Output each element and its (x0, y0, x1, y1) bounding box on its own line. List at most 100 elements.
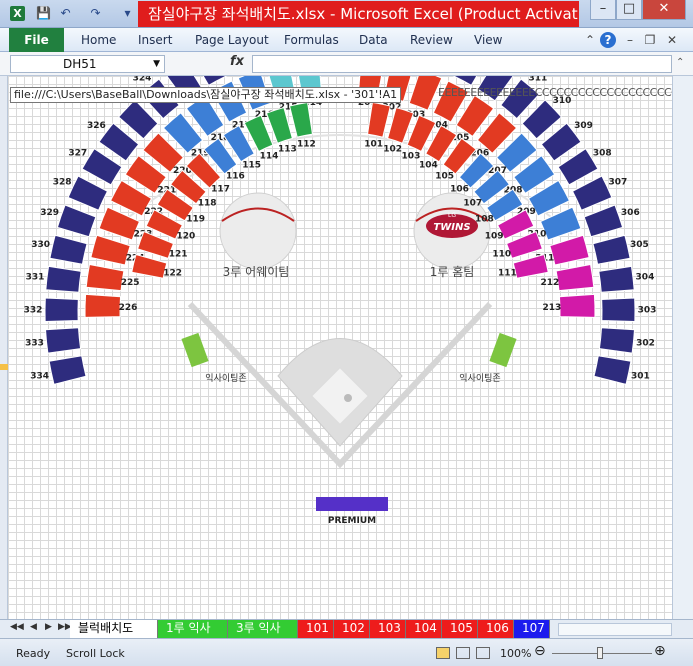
seat-label-307: 307 (609, 178, 628, 188)
excel-icon[interactable]: X (10, 6, 25, 21)
seat-section-331[interactable] (45, 265, 82, 293)
tab-page-layout[interactable]: Page Layout (195, 33, 269, 47)
sheet-tab-2[interactable]: 1루 익사 (158, 620, 228, 638)
seat-label-104: 104 (419, 160, 438, 170)
name-box[interactable]: DH51 ▼ (10, 55, 165, 73)
seat-section-225[interactable] (85, 263, 125, 292)
exciting-zone-left[interactable] (181, 332, 209, 368)
help-icon[interactable]: ? (600, 32, 616, 48)
exciting-zone-right-label: 익사이팅존 (459, 372, 500, 384)
tab-review[interactable]: Review (410, 33, 453, 47)
tab-formulas[interactable]: Formulas (284, 33, 339, 47)
sheet-tab-5[interactable]: 102 (334, 620, 370, 638)
zoom-slider-thumb[interactable] (597, 647, 603, 659)
undo-icon[interactable]: ↶ (58, 6, 73, 21)
window-title: 잠실야구장 좌석배치도.xlsx - Microsoft Excel (Prod… (138, 1, 579, 27)
stadium-seat-map: TWINS LG 3루 어웨이팀 1루 홈팀익사이팅존 익사이팅존 PREMIUM 334 3… (24, 76, 656, 526)
customize-qat-icon[interactable]: ▾ (120, 6, 135, 21)
seat-section-334[interactable] (48, 355, 87, 385)
status-scroll-lock: Scroll Lock (66, 647, 125, 660)
zoom-out-icon[interactable]: ⊖ (534, 643, 546, 659)
seat-section-122[interactable] (131, 253, 168, 279)
sheet-tab-10[interactable]: 107 (514, 620, 550, 638)
tab-data[interactable]: Data (359, 33, 388, 47)
tab-insert[interactable]: Insert (138, 33, 172, 47)
sheet-tab-8[interactable]: 105 (442, 620, 478, 638)
seat-label-112: 112 (297, 139, 316, 149)
seat-section-306[interactable] (583, 204, 624, 238)
worksheet-grid[interactable]: TWINS LG 3루 어웨이팀 1루 홈팀 익사이팅존 익사이팅존 PREMIUM 334 3… (8, 76, 672, 619)
save-icon[interactable]: 💾 (36, 6, 51, 21)
seat-section-213[interactable] (558, 293, 596, 318)
seat-label-106: 106 (450, 184, 469, 194)
formula-input[interactable] (252, 55, 672, 73)
seat-label-329: 329 (40, 208, 59, 218)
seat-section-212[interactable] (555, 263, 595, 292)
minimize-button[interactable]: – (590, 0, 616, 20)
seat-section-224[interactable] (90, 234, 131, 266)
horizontal-scrollbar[interactable] (558, 623, 672, 636)
pitcher-mound[interactable] (344, 394, 352, 402)
seat-section-332[interactable] (44, 297, 79, 323)
maximize-button[interactable]: □ (616, 0, 642, 20)
workbook-restore-icon[interactable]: ❐ (642, 32, 658, 48)
prev-sheet-icon[interactable]: ◀ (30, 622, 37, 632)
seat-section-305[interactable] (592, 234, 631, 265)
seat-label-302: 302 (636, 339, 655, 349)
tab-home[interactable]: Home (81, 33, 116, 47)
sheet-tab-6[interactable]: 103 (370, 620, 406, 638)
sheet-tab-7[interactable]: 104 (406, 620, 442, 638)
seat-section-211[interactable] (549, 234, 590, 266)
seat-section-330[interactable] (49, 234, 88, 265)
seat-section-303[interactable] (601, 297, 636, 323)
away-ball-icon[interactable] (219, 192, 297, 270)
away-team-label: 3루 어웨이팀 (223, 265, 290, 279)
seat-section-329[interactable] (56, 204, 97, 238)
seat-section-111[interactable] (512, 253, 549, 279)
seat-section-333[interactable] (45, 327, 82, 354)
sheet-tab-4[interactable]: 101 (298, 620, 334, 638)
row-headers[interactable] (0, 76, 8, 619)
expand-formula-icon[interactable]: ⌃ (676, 57, 684, 68)
first-sheet-icon[interactable]: ◀◀ (10, 622, 24, 632)
redo-icon[interactable]: ↷ (88, 6, 103, 21)
next-sheet-icon[interactable]: ▶ (45, 622, 52, 632)
sheet-tab-1[interactable]: 블럭배치도 (70, 620, 158, 638)
seat-label-332: 332 (24, 306, 43, 316)
status-ready: Ready (16, 647, 51, 660)
seat-label-109: 109 (485, 232, 504, 242)
insert-function-icon[interactable]: fx (230, 54, 244, 69)
seat-section-302[interactable] (598, 327, 635, 354)
vertical-scrollbar[interactable] (672, 76, 693, 619)
seat-label-305: 305 (630, 240, 649, 250)
workbook-close-icon[interactable]: ✕ (664, 32, 680, 48)
minimize-ribbon-icon[interactable]: ⌃ (582, 32, 598, 48)
seat-label-213: 213 (543, 303, 562, 313)
sheet-tab-3[interactable]: 3루 익사 (228, 620, 298, 638)
zoom-in-icon[interactable]: ⊕ (654, 643, 666, 659)
hyperlink-tooltip: file:///C:\Users\BaseBall\Downloads\잠실야구… (10, 87, 402, 103)
workbook-minimize-icon[interactable]: – (622, 32, 638, 48)
chevron-down-icon[interactable]: ▼ (153, 56, 160, 72)
close-button[interactable]: ✕ (642, 0, 686, 20)
premium-section[interactable] (316, 497, 388, 511)
sheet-tab-9[interactable]: 106 (478, 620, 514, 638)
seat-section-328[interactable] (67, 175, 109, 211)
premium-label: PREMIUM (328, 516, 376, 526)
zoom-level[interactable]: 100% (500, 647, 531, 660)
page-break-view-icon[interactable] (476, 647, 490, 659)
seat-section-301[interactable] (593, 355, 632, 385)
exciting-zone-right[interactable] (489, 332, 517, 368)
seat-label-114: 114 (260, 151, 279, 161)
seat-label-311: 311 (529, 76, 548, 83)
page-layout-view-icon[interactable] (456, 647, 470, 659)
seat-label-309: 309 (574, 121, 593, 131)
tab-view[interactable]: View (474, 33, 502, 47)
seat-section-304[interactable] (598, 265, 635, 293)
tab-file[interactable]: File (9, 28, 64, 52)
seat-label-225: 225 (121, 278, 140, 288)
seat-section-307[interactable] (571, 175, 613, 211)
seat-label-102: 102 (383, 144, 402, 154)
normal-view-icon[interactable] (436, 647, 450, 659)
seat-section-226[interactable] (84, 293, 122, 318)
